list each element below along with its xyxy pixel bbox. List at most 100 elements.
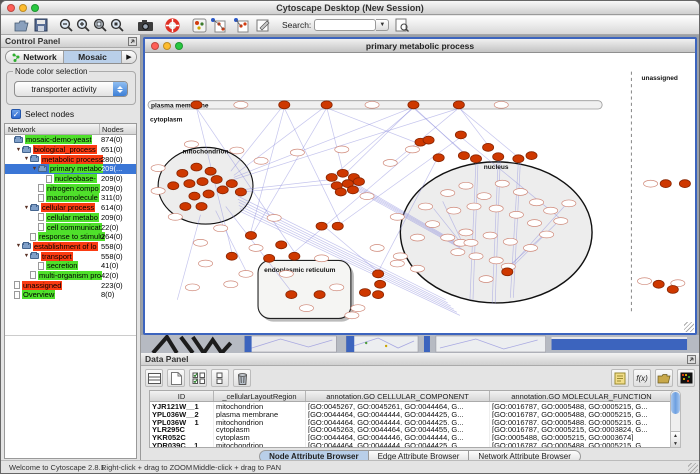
network-node[interactable] (441, 234, 455, 241)
network-node-red[interactable] (353, 178, 364, 186)
column-header[interactable]: ID (150, 391, 214, 401)
network-node-red[interactable] (321, 101, 332, 109)
column-header[interactable]: annotation.GO CELLULAR_COMPONENT (306, 391, 490, 401)
function-builder-icon[interactable]: f(x) (633, 369, 651, 387)
table-cell[interactable]: [GO:0016787, GO:0005488, GO:0005215, G..… (490, 410, 674, 418)
layout-alt-icon[interactable] (232, 17, 249, 34)
network-node[interactable] (637, 278, 651, 285)
network-node-red[interactable] (191, 163, 202, 171)
table-cell[interactable]: [GO:0044464, GO:0044444, GO:0044425, G..… (306, 410, 490, 418)
network-node-red[interactable] (205, 167, 216, 175)
table-cell[interactable]: plasma membrane (214, 410, 306, 418)
network-tree-row[interactable]: secretion41(0) (5, 261, 136, 271)
network-tree-row[interactable]: response to stimulu264(0) (5, 232, 136, 242)
network-node-red[interactable] (337, 169, 348, 177)
network-node-red[interactable] (359, 289, 370, 297)
tree-expander-icon[interactable]: ▼ (23, 253, 30, 259)
column-header[interactable]: annotation.GO MOLECULAR_FUNCTION (490, 391, 674, 401)
table-cell[interactable]: [GO:0045263, GO:0044464, GO:0044455, G..… (306, 425, 490, 433)
matrix-icon[interactable] (677, 369, 695, 387)
network-node-red[interactable] (679, 180, 690, 188)
network-node[interactable] (315, 255, 329, 262)
table-cell[interactable]: [GO:0005488, GO:0005215, GO:0003674] (490, 433, 674, 441)
network-node-red[interactable] (483, 143, 494, 151)
network-node-red[interactable] (264, 254, 275, 262)
network-node[interactable] (151, 188, 165, 195)
new-attribute-icon[interactable] (167, 369, 185, 387)
network-node[interactable] (464, 239, 478, 246)
network-tree-row[interactable]: ▼biological_process651(0) (5, 145, 136, 155)
table-cell[interactable]: [GO:0044464, GO:0044444, GO:0044425, G..… (306, 441, 490, 448)
table-cell[interactable]: YPL036W__2 (150, 410, 214, 418)
network-node[interactable] (494, 101, 508, 108)
network-tree-row[interactable]: nitrogen compo209(0) (5, 183, 136, 193)
network-node[interactable] (279, 270, 293, 277)
table-cell[interactable]: [GO:0016787, GO:0005215, GO:0003824, G..… (490, 425, 674, 433)
open-icon[interactable] (13, 17, 30, 34)
network-tree-row[interactable]: macromolecule311(0) (5, 193, 136, 203)
network-tree-row[interactable]: nucleobase-209(0) (5, 174, 136, 184)
select-attributes-icon[interactable] (189, 369, 207, 387)
network-node-red[interactable] (326, 174, 337, 182)
network-node[interactable] (459, 182, 473, 189)
network-node-red[interactable] (335, 188, 346, 196)
zoom-out-icon[interactable] (58, 17, 75, 34)
network-node[interactable] (393, 253, 407, 260)
network-node[interactable] (390, 260, 404, 267)
table-cell[interactable]: [GO:0044464, GO:0044446, GO:0044444, G..… (306, 433, 490, 441)
network-node[interactable] (185, 284, 199, 291)
network-node[interactable] (489, 257, 503, 264)
network-graph[interactable]: plasma membranecytoplasmmitochondrionnuc… (145, 53, 695, 333)
network-tree-row[interactable]: ▼transport558(0) (5, 251, 136, 261)
network-node[interactable] (441, 190, 455, 197)
network-node[interactable] (254, 157, 268, 164)
table-row[interactable]: YPL036W__1mitochondrion[GO:0044464, GO:0… (150, 418, 674, 426)
network-node-red[interactable] (408, 101, 419, 109)
network-node-red[interactable] (226, 180, 237, 188)
table-cell[interactable]: YJR121W__1 (150, 402, 214, 410)
network-node-red[interactable] (197, 178, 208, 186)
zoom-selected-icon[interactable] (109, 17, 126, 34)
network-node[interactable] (644, 180, 658, 187)
network-tree-row[interactable]: mosaic-demo-yeast874(0) (5, 135, 136, 145)
network-node[interactable] (151, 165, 165, 172)
network-tree-row[interactable]: Overview8(0) (5, 290, 136, 300)
network-node-red[interactable] (660, 180, 671, 188)
network-tree-row[interactable]: ▼primary metabo209(... (5, 164, 136, 174)
tree-expander-icon[interactable]: ▼ (15, 147, 22, 153)
network-node[interactable] (562, 200, 576, 207)
network-node[interactable] (224, 281, 238, 288)
table-row[interactable]: YJR121W__1mitochondrion[GO:0045267, GO:0… (150, 402, 674, 410)
network-node[interactable] (529, 199, 543, 206)
network-tree-row[interactable]: cell communicat22(0) (5, 222, 136, 232)
column-header[interactable]: _cellularLayoutRegion (214, 391, 306, 401)
network-node[interactable] (527, 220, 541, 227)
network-tree-row[interactable]: ▼metabolic process280(0) (5, 154, 136, 164)
network-node-red[interactable] (653, 280, 664, 288)
network-node[interactable] (447, 207, 461, 214)
network-node[interactable] (513, 189, 527, 196)
network-tree-row[interactable]: multi-organism pro42(0) (5, 271, 136, 281)
network-node[interactable] (383, 160, 397, 167)
network-node[interactable] (198, 260, 212, 267)
tree-expander-icon[interactable]: ▼ (15, 243, 22, 249)
table-cell[interactable]: [GO:0045267, GO:0045261, GO:0044464, G..… (306, 402, 490, 410)
help-icon[interactable] (164, 17, 181, 34)
network-node-red[interactable] (168, 182, 179, 190)
table-cell[interactable]: YKR052C (150, 433, 214, 441)
network-node[interactable] (267, 214, 281, 221)
network-tree-row[interactable]: unassigned223(0) (5, 280, 136, 290)
network-canvas[interactable]: plasma membranecytoplasmmitochondrionnuc… (145, 53, 695, 333)
network-node-red[interactable] (502, 268, 513, 276)
network-node[interactable] (467, 203, 481, 210)
network-node[interactable] (418, 203, 432, 210)
network-node-red[interactable] (226, 252, 237, 260)
network-node[interactable] (489, 205, 503, 212)
more-tabs-icon[interactable]: ▶ (122, 51, 136, 63)
network-node-red[interactable] (245, 232, 256, 240)
network-node-red[interactable] (453, 101, 464, 109)
network-node-red[interactable] (373, 270, 384, 278)
network-node[interactable] (483, 232, 497, 239)
select-nodes-checkbox[interactable]: ✓ (11, 109, 21, 119)
network-node[interactable] (351, 305, 365, 312)
